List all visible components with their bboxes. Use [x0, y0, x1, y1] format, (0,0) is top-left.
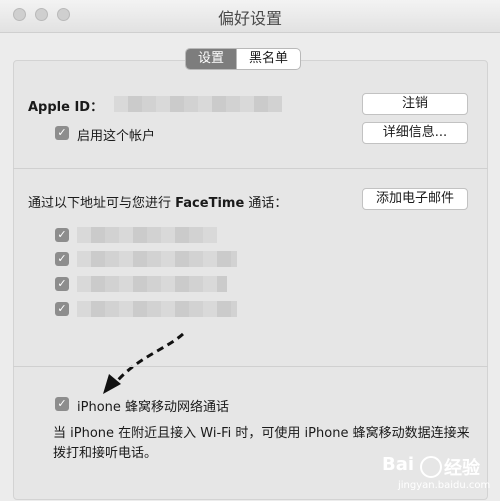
address-checkbox[interactable]: ✓ — [55, 228, 69, 242]
enable-account-label: 启用这个帐户 — [77, 129, 156, 144]
address-value-redacted — [77, 251, 237, 267]
cellular-calling-label: iPhone 蜂窝移动网络通话 — [77, 400, 230, 415]
tab-bar: 设置 黑名单 — [185, 48, 302, 70]
apple-id-value-redacted — [114, 96, 282, 112]
cellular-calling-checkbox[interactable]: ✓ — [55, 397, 69, 411]
address-checkbox[interactable]: ✓ — [55, 277, 69, 291]
dashed-arrow-annotation — [103, 332, 184, 394]
preferences-window: 偏好设置 设置 黑名单 Apple ID： 注销 ✓ 启用这个帐户 详细信息..… — [0, 0, 500, 501]
sign-out-button[interactable]: 注销 — [362, 93, 468, 115]
add-email-button[interactable]: 添加电子邮件 — [362, 188, 468, 210]
address-value-redacted — [77, 276, 227, 292]
paw-logo-icon — [420, 456, 442, 478]
section-divider — [13, 366, 488, 367]
section-divider — [13, 168, 488, 169]
tab-blocked[interactable]: 黑名单 — [236, 49, 300, 69]
enable-account-checkbox[interactable]: ✓ — [55, 126, 69, 140]
details-button[interactable]: 详细信息... — [362, 122, 468, 144]
address-value-redacted — [77, 227, 217, 243]
address-checkbox[interactable]: ✓ — [55, 252, 69, 266]
tab-settings[interactable]: 设置 — [186, 49, 237, 69]
window-title: 偏好设置 — [217, 9, 282, 28]
address-checkbox[interactable]: ✓ — [55, 302, 69, 316]
addresses-heading: 通过以下地址可与您进行 FaceTime 通话： — [28, 196, 288, 211]
address-value-redacted — [77, 301, 237, 317]
baidu-jingyan-watermark: Bai 经验 jingyan.baidu.com — [382, 454, 491, 491]
apple-id-label: Apple ID： — [28, 100, 104, 115]
title-bar: 偏好设置 — [0, 0, 500, 33]
